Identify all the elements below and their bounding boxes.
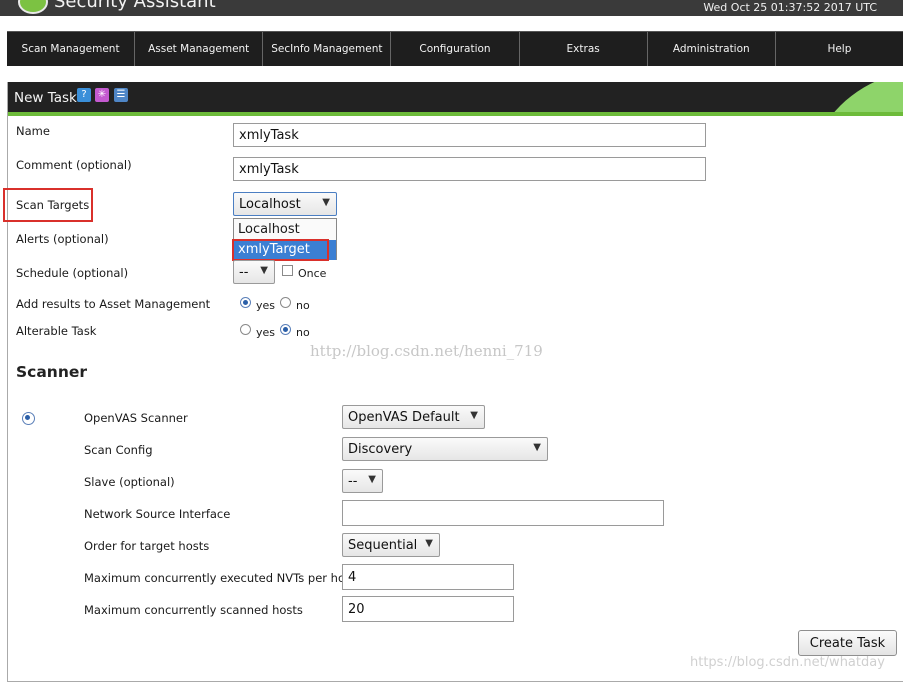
nav-administration[interactable]: Administration [648,32,776,66]
scan-targets-select[interactable]: Localhost ▼ [233,192,337,216]
panel-title: New Task [14,90,77,106]
nav-help[interactable]: Help [776,32,903,66]
nav-extras[interactable]: Extras [520,32,648,66]
max-nvts-input[interactable] [342,564,514,590]
nav-secinfo-management[interactable]: SecInfo Management [263,32,392,66]
name-input[interactable] [233,123,706,147]
alterable-no-radio[interactable] [280,324,291,335]
nav-asset-management[interactable]: Asset Management [135,32,264,66]
chevron-down-icon: ▼ [260,265,268,276]
scanner-section-title: Scanner [16,363,88,381]
scan-targets-selected: Localhost [239,197,301,212]
new-icon[interactable]: ✳ [95,88,109,102]
help-icon[interactable]: ? [77,88,91,102]
network-source-input[interactable] [342,500,664,526]
main-nav: Scan Management Asset Management SecInfo… [7,31,903,66]
add-results-yes-label: yes [256,299,276,312]
add-results-label: Add results to Asset Management [16,297,211,311]
name-label: Name [16,124,50,138]
datetime: Wed Oct 25 01:37:52 2017 UTC [703,1,877,14]
max-hosts-label: Maximum concurrently scanned hosts [84,603,303,617]
option-highlight [232,239,329,261]
comment-label: Comment (optional) [16,158,132,172]
nav-scan-management[interactable]: Scan Management [7,32,136,66]
watermark-center: http://blog.csdn.net/henni_719 [310,342,543,360]
scan-config-selected: Discovery [348,442,413,457]
dropdown-option-localhost[interactable]: Localhost [234,220,336,240]
order-select[interactable]: Sequential ▼ [342,533,440,557]
openvas-scanner-selected: OpenVAS Default [348,410,460,425]
scan-config-label: Scan Config [84,443,153,457]
chevron-down-icon: ▼ [533,442,541,453]
add-results-no-radio[interactable] [280,297,291,308]
alterable-yes-radio[interactable] [240,324,251,335]
chevron-down-icon: ▼ [322,197,330,208]
add-results-yes-radio[interactable] [240,297,251,308]
max-nvts-label: Maximum concurrently executed NVTs per h… [84,571,356,585]
slave-selected: -- [348,474,358,489]
chevron-down-icon: ▼ [368,474,376,485]
panel-header: New Task ? ✳ ☰ [8,82,903,116]
schedule-select[interactable]: -- ▼ [233,260,275,284]
app-title: Security Assistant [54,0,216,12]
slave-label: Slave (optional) [84,475,175,489]
scan-config-select[interactable]: Discovery ▼ [342,437,548,461]
create-task-button[interactable]: Create Task [798,630,897,656]
openvas-scanner-radio[interactable] [22,412,35,425]
schedule-label: Schedule (optional) [16,266,129,280]
alterable-yes-label: yes [256,326,276,339]
alterable-no-label: no [296,326,310,339]
alerts-label: Alerts (optional) [16,232,109,246]
openvas-scanner-select[interactable]: OpenVAS Default ▼ [342,405,485,429]
chevron-down-icon: ▼ [425,538,433,549]
list-icon[interactable]: ☰ [114,88,128,102]
app-logo-icon [18,0,48,14]
header-decoration [820,82,903,112]
nav-configuration[interactable]: Configuration [391,32,520,66]
comment-input[interactable] [233,157,706,181]
max-hosts-input[interactable] [342,596,514,622]
chevron-down-icon: ▼ [470,410,478,421]
alterable-label: Alterable Task [16,324,97,338]
order-selected: Sequential [348,538,418,553]
once-label: Once [298,267,327,280]
network-source-label: Network Source Interface [84,507,231,521]
openvas-scanner-label: OpenVAS Scanner [84,411,188,425]
add-results-no-label: no [296,299,310,312]
scan-targets-highlight [3,188,93,222]
slave-select[interactable]: -- ▼ [342,469,383,493]
order-label: Order for target hosts [84,539,210,553]
top-bar: Security Assistant Wed Oct 25 01:37:52 2… [0,0,903,16]
schedule-selected: -- [239,265,249,280]
watermark-bottom: https://blog.csdn.net/whatday [690,655,885,670]
once-checkbox[interactable] [282,265,293,276]
